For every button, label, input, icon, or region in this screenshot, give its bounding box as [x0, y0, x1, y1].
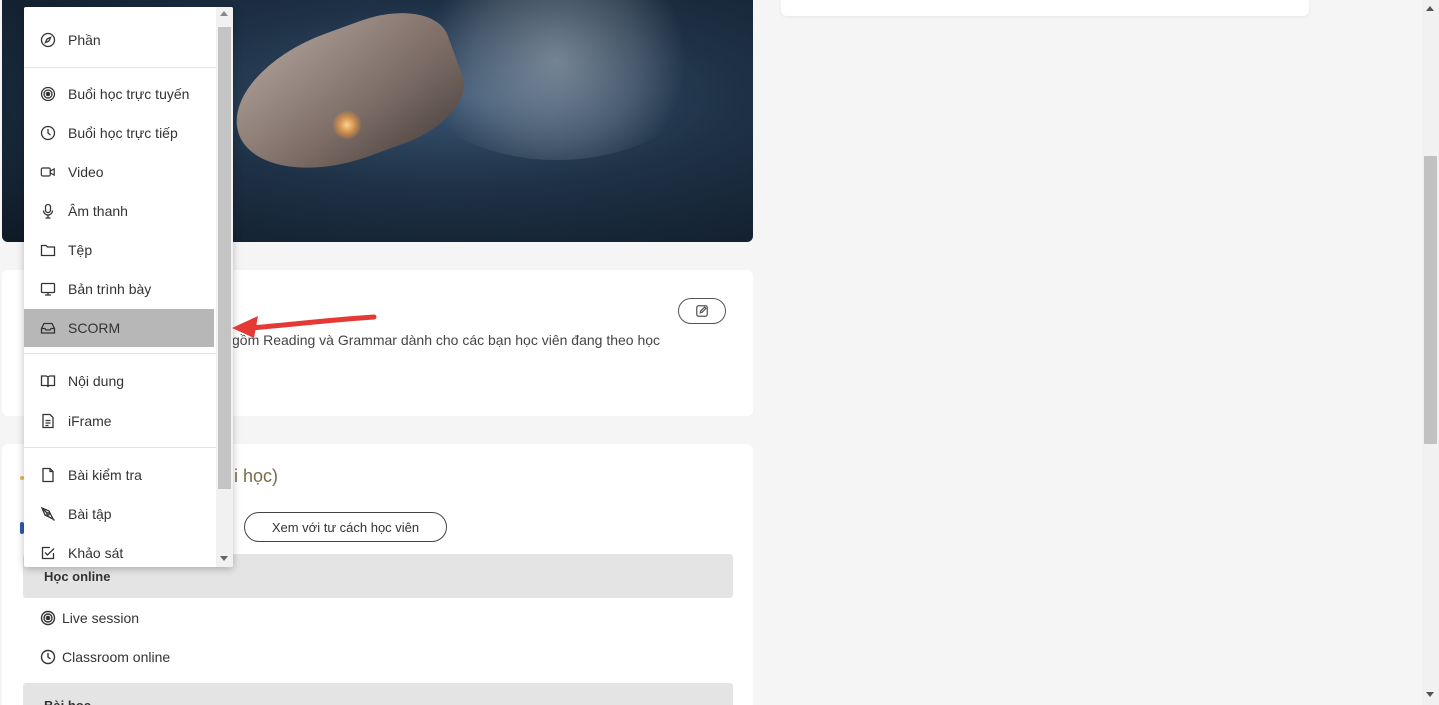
- menu-item-iframe[interactable]: iFrame: [24, 402, 214, 440]
- menu-item-label: Tệp: [68, 242, 93, 258]
- pen-icon: [40, 506, 55, 521]
- menu-item-quiz[interactable]: Bài kiểm tra: [24, 456, 214, 494]
- menu-item-content[interactable]: Nội dung: [24, 362, 214, 400]
- page-scroll-thumb[interactable]: [1424, 156, 1437, 444]
- menu-item-label: Video: [68, 164, 104, 180]
- clock-icon: [40, 649, 56, 665]
- menu-item-label: SCORM: [68, 320, 121, 336]
- file-icon: [42, 467, 54, 483]
- menu-item-label: Bản trình bày: [68, 281, 152, 297]
- lesson-item[interactable]: Classroom online: [40, 649, 170, 665]
- menu-item-assignment[interactable]: Bài tập: [24, 495, 214, 533]
- menu-item-file[interactable]: Tệp: [24, 231, 214, 269]
- menu-item-survey[interactable]: Khảo sát: [24, 534, 214, 567]
- scroll-down-arrow-icon[interactable]: [1426, 692, 1434, 697]
- menu-item-label: Buổi học trực tuyến: [68, 86, 190, 102]
- menu-divider: [24, 67, 216, 68]
- scroll-up-arrow-icon[interactable]: [220, 11, 228, 16]
- target-icon: [40, 86, 56, 102]
- hand-graphic: [216, 0, 478, 196]
- checkbox-icon: [41, 546, 55, 560]
- menu-item-label: iFrame: [68, 413, 112, 429]
- menu-item-section[interactable]: Phần: [24, 21, 214, 59]
- menu-item-scorm[interactable]: SCORM: [24, 309, 214, 347]
- menu-item-label: Âm thanh: [68, 203, 128, 219]
- edit-icon: [696, 305, 708, 317]
- menu-item-label: Phần: [68, 32, 101, 48]
- lesson-item[interactable]: Live session: [40, 610, 139, 626]
- section-header[interactable]: Bài học: [23, 683, 733, 705]
- monitor-icon: [40, 282, 56, 296]
- dropdown-scroll-thumb[interactable]: [218, 27, 231, 489]
- menu-item-presentation[interactable]: Bản trình bày: [24, 270, 214, 308]
- lesson-label: Live session: [62, 610, 140, 626]
- target-icon: [40, 610, 56, 626]
- lesson-label: Classroom online: [62, 649, 171, 665]
- book-icon: [40, 375, 56, 388]
- menu-item-label: Nội dung: [68, 373, 125, 389]
- menu-item-label: Bài tập: [68, 506, 112, 522]
- menu-item-label: Bài kiểm tra: [68, 467, 142, 483]
- annotation-arrow: [232, 314, 377, 338]
- document-icon: [42, 413, 54, 429]
- video-icon: [40, 167, 55, 177]
- edit-button[interactable]: [678, 298, 726, 324]
- side-panel-card: [781, 0, 1309, 16]
- add-activity-dropdown[interactable]: Phần Buổi học trực tuyến Buổi học trực t…: [24, 7, 233, 567]
- scroll-down-arrow-icon[interactable]: [220, 556, 228, 561]
- menu-divider: [24, 447, 216, 448]
- menu-item-audio[interactable]: Âm thanh: [24, 192, 214, 230]
- menu-item-label: Khảo sát: [68, 545, 124, 561]
- inbox-icon: [40, 322, 56, 334]
- view-as-student-button[interactable]: Xem với tư cách học viên: [244, 512, 447, 542]
- scroll-up-arrow-icon[interactable]: [1426, 6, 1434, 11]
- menu-item-online-session[interactable]: Buổi học trực tuyến: [24, 75, 214, 113]
- menu-item-offline-session[interactable]: Buổi học trực tiếp: [24, 114, 214, 152]
- dropdown-scrollbar[interactable]: [216, 7, 233, 567]
- page-scrollbar[interactable]: [1422, 0, 1439, 705]
- menu-item-label: Buổi học trực tiếp: [68, 125, 178, 141]
- microphone-icon: [42, 203, 54, 219]
- clock-icon: [40, 125, 56, 141]
- menu-divider: [24, 353, 216, 354]
- compass-icon: [40, 32, 56, 48]
- menu-item-video[interactable]: Video: [24, 153, 214, 191]
- folder-icon: [40, 244, 56, 257]
- content-title: i học): [234, 466, 279, 486]
- glow-graphic: [332, 110, 362, 140]
